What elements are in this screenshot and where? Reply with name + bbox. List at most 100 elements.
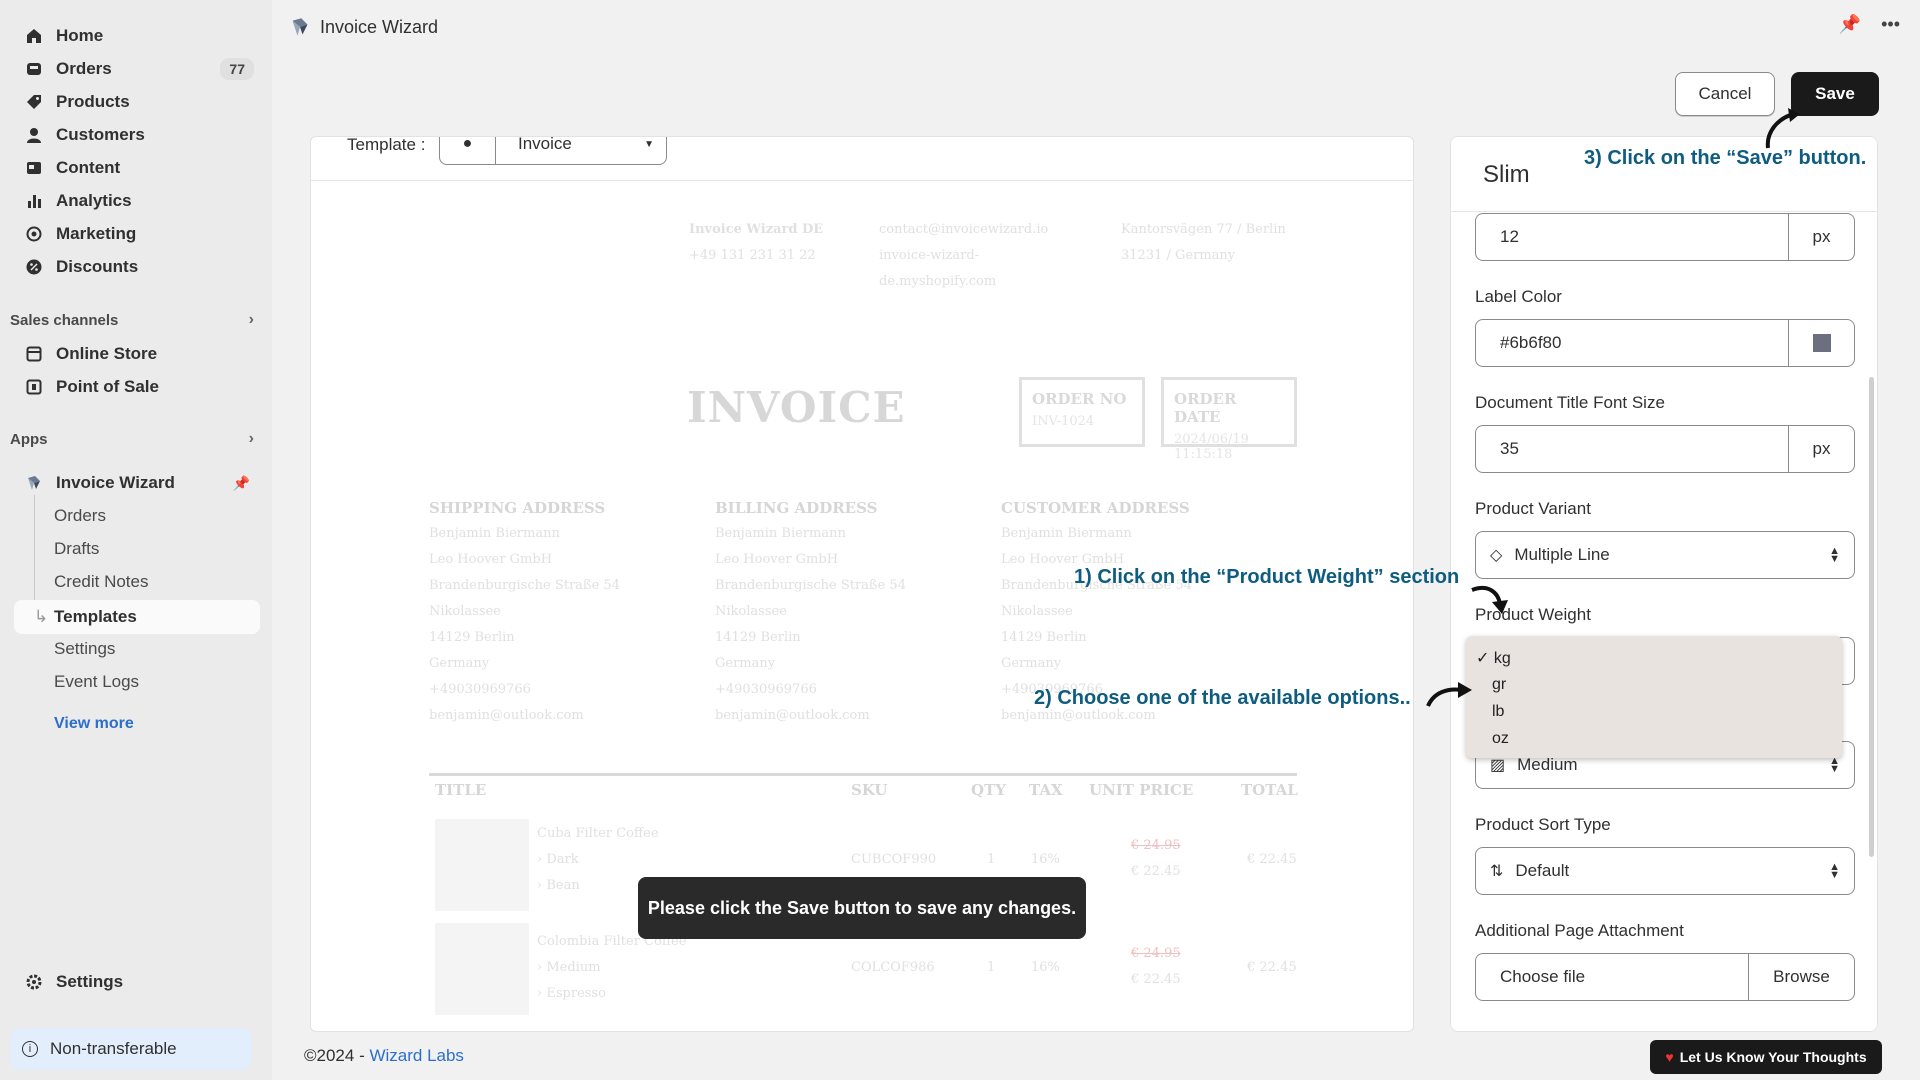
product-variant-select[interactable]: ◇ Multiple Line ▲ ▼ [1475, 531, 1855, 579]
sidebar-item-event-logs[interactable]: Event Logs [14, 667, 260, 697]
weight-option-gr[interactable]: gr [1492, 676, 1506, 694]
product-sort-select[interactable]: ⇅ Default ▲ ▼ [1475, 847, 1855, 895]
font-size-field[interactable]: 12 px [1475, 213, 1855, 261]
column-header: TOTAL [1241, 781, 1298, 799]
wizard-labs-link[interactable]: Wizard Labs [369, 1046, 463, 1065]
save-reminder-toast: Please click the Save button to save any… [638, 877, 1086, 939]
address-line: Germany [1001, 656, 1062, 671]
product-sort-label: Product Sort Type [1475, 815, 1611, 834]
nav-label: Settings [56, 972, 124, 991]
nav-label: Point of Sale [56, 377, 159, 396]
company-address-2: 31231 / Germany [1121, 248, 1236, 263]
doc-title-font-field[interactable]: 35 px [1475, 425, 1855, 473]
product-image [435, 923, 529, 1015]
nav-discounts[interactable]: Discounts [14, 252, 260, 282]
label-color-value: #6b6f80 [1500, 333, 1562, 352]
app-topbar: Invoice Wizard 📌 ••• [272, 0, 1920, 54]
globe-icon: ● [440, 137, 496, 164]
select-arrows-icon: ▲ ▼ [1829, 861, 1840, 881]
more-options-icon[interactable]: ••• [1881, 14, 1900, 35]
browse-button[interactable]: Browse [1748, 954, 1854, 1000]
sales-channels-header[interactable]: Sales channels › [10, 311, 260, 329]
column-header: TITLE [435, 781, 487, 799]
label-color-field[interactable]: #6b6f80 [1475, 319, 1855, 367]
sidebar-item-orders[interactable]: Orders [14, 501, 260, 531]
sidebar-item-settings[interactable]: Settings [14, 634, 260, 664]
arrow-icon [1765, 108, 1800, 149]
attachment-file-field[interactable]: Choose file Browse [1475, 953, 1855, 1001]
view-more-link[interactable]: View more [54, 715, 134, 733]
unit-suffix: px [1788, 426, 1854, 472]
footer-copyright: ©2024 - Wizard Labs [304, 1046, 464, 1066]
chevron-right-icon: › [248, 311, 254, 328]
nav-home[interactable]: Home [14, 21, 260, 51]
column-header: QTY [971, 781, 1006, 799]
sidebar-item-templates[interactable]: ↳ Templates [14, 600, 260, 634]
non-transferable-banner[interactable]: i Non-transferable [10, 1028, 252, 1070]
product-image [435, 819, 529, 911]
company-phone: +49 131 231 31 22 [689, 248, 816, 263]
product-qty: 1 [987, 960, 996, 975]
nav-label: Discounts [56, 257, 139, 276]
color-swatch-button[interactable] [1788, 320, 1854, 366]
order-date-label: ORDER DATE [1174, 390, 1237, 426]
nav-label: Analytics [56, 191, 132, 210]
content-icon [27, 162, 41, 174]
nav-orders[interactable]: Orders 77 [14, 54, 260, 84]
nav-products[interactable]: Products [14, 87, 260, 117]
product-sku: CUBCOF990 [851, 852, 937, 867]
person-icon [27, 128, 41, 143]
marketing-icon [26, 226, 42, 242]
weight-option-oz[interactable]: oz [1492, 730, 1509, 748]
weight-option-lb[interactable]: lb [1492, 703, 1504, 721]
invoice-wizard-logo-icon [292, 18, 308, 36]
company-block: Invoice Wizard DE +49 131 231 31 22 [689, 217, 869, 269]
product-total: € 22.45 [1247, 852, 1297, 867]
company-address-1: Kantorsvägen 77 / Berlin [1121, 222, 1286, 237]
nav-online-store[interactable]: Online Store [14, 339, 260, 369]
sales-channels-title: Sales channels [10, 311, 119, 329]
label-color-label: Label Color [1475, 287, 1562, 306]
nav-label: Marketing [56, 224, 137, 243]
attachment-file-value: Choose file [1500, 967, 1586, 986]
invoice-wizard-logo-icon [28, 476, 40, 490]
panel-scrollbar[interactable] [1869, 377, 1874, 857]
pin-icon[interactable]: 📌 [1839, 14, 1861, 35]
app-title: Invoice Wizard [320, 16, 439, 37]
template-select[interactable]: ● Invoice ▼ [439, 137, 667, 165]
address-line: Germany [715, 656, 776, 671]
table-divider [429, 773, 1297, 776]
company-address-block: Kantorsvägen 77 / Berlin 31231 / Germany [1121, 217, 1291, 269]
address-title: CUSTOMER ADDRESS [1001, 499, 1190, 517]
orders-count-badge: 77 [220, 58, 254, 80]
pin-icon[interactable]: 📌 [233, 475, 250, 492]
nav-content[interactable]: Content [14, 153, 260, 183]
checkmark-icon: ✓ [1476, 650, 1494, 667]
nav-analytics[interactable]: Analytics [14, 186, 260, 216]
template-selector-row: Template : ● Invoice ▼ [311, 137, 1413, 181]
address-title: SHIPPING ADDRESS [429, 499, 606, 517]
nav-label: Online Store [56, 344, 158, 363]
shipping-address: SHIPPING ADDRESS Benjamin Biermann Leo H… [429, 499, 699, 729]
option-label: kg [1493, 650, 1511, 667]
nav-label: Orders [56, 59, 112, 78]
nav-label: Settings [54, 639, 116, 658]
nav-customers[interactable]: Customers [14, 120, 260, 150]
product-variant-label: Product Variant [1475, 499, 1591, 518]
info-icon: i [22, 1041, 38, 1057]
weight-option-kg[interactable]: ✓ kg [1476, 648, 1511, 668]
apps-header[interactable]: Apps › [10, 430, 260, 448]
nav-settings[interactable]: Settings [14, 967, 260, 997]
order-date-value: 2024/06/19 11:15:18 [1174, 432, 1249, 462]
nav-point-of-sale[interactable]: Point of Sale [14, 372, 260, 402]
nav-invoice-wizard[interactable]: Invoice Wizard 📌 [14, 468, 260, 498]
sidebar-item-drafts[interactable]: Drafts [14, 534, 260, 564]
address-line: benjamin@outlook.com [429, 708, 584, 723]
product-variant: › Espresso [537, 986, 606, 1001]
nav-marketing[interactable]: Marketing [14, 219, 260, 249]
feedback-button[interactable]: ♥ Let Us Know Your Thoughts [1650, 1040, 1882, 1074]
doc-title-font-value: 35 [1500, 439, 1519, 458]
order-no-label: ORDER NO [1032, 390, 1127, 408]
sidebar-item-credit-notes[interactable]: Credit Notes [14, 567, 260, 597]
address-line: 14129 Berlin [1001, 630, 1087, 645]
